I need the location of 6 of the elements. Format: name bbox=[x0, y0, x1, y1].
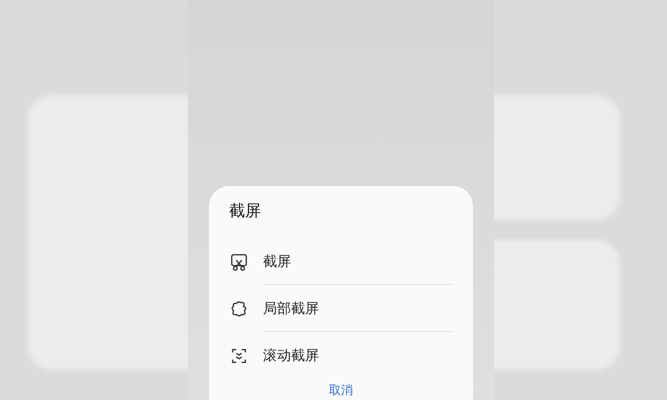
menu-item[interactable]: 局部截屏 bbox=[229, 285, 453, 332]
screenshot-scissors-icon bbox=[229, 252, 249, 272]
menu-item[interactable]: 截屏 bbox=[229, 238, 453, 285]
menu-item[interactable]: 滚动截屏 bbox=[229, 332, 453, 379]
sheet-title: 截屏 bbox=[229, 202, 261, 222]
cancel-button[interactable]: 取消 bbox=[329, 383, 353, 397]
